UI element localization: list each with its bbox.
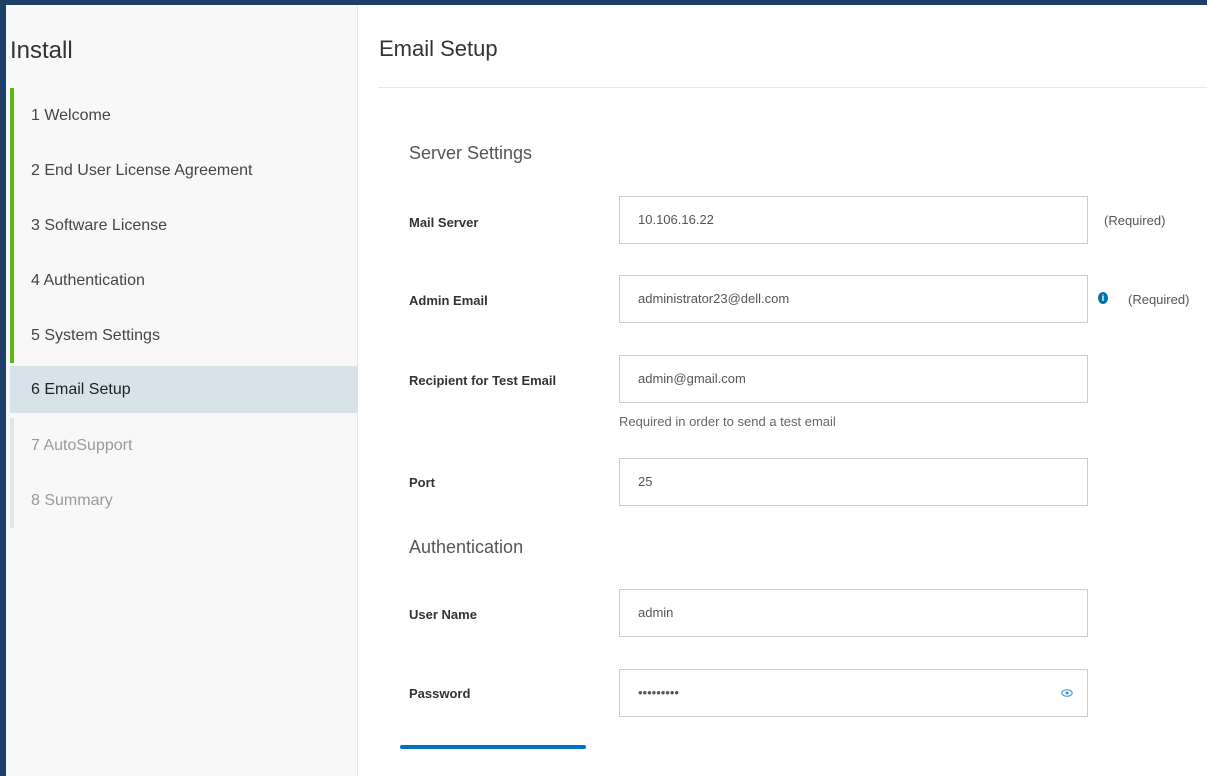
- step-software-license[interactable]: 3 Software License: [10, 198, 358, 253]
- admin-email-required-note: (Required): [1128, 292, 1190, 307]
- test-recipient-label: Recipient for Test Email: [409, 373, 557, 388]
- mail-server-label: Mail Server: [409, 215, 479, 230]
- test-recipient-helper: Required in order to send a test email: [619, 414, 836, 429]
- test-recipient-input[interactable]: admin@gmail.com: [619, 355, 1088, 403]
- step-autosupport: 7 AutoSupport: [10, 418, 358, 473]
- primary-action-button-edge[interactable]: [400, 745, 586, 749]
- step-email-setup[interactable]: 6 Email Setup: [10, 366, 358, 413]
- user-name-input[interactable]: admin: [619, 589, 1088, 637]
- password-value: •••••••••: [638, 685, 679, 700]
- password-label: Password: [409, 686, 471, 701]
- authentication-heading: Authentication: [409, 537, 524, 557]
- port-label: Port: [409, 475, 435, 490]
- password-input[interactable]: •••••••••: [619, 669, 1088, 717]
- sidebar-title: Install: [10, 37, 73, 64]
- mail-server-input[interactable]: 10.106.16.22: [619, 196, 1088, 244]
- step-email-setup-row: 6 Email Setup: [10, 363, 358, 418]
- port-input[interactable]: 25: [619, 458, 1088, 506]
- user-name-label: User Name: [409, 607, 477, 622]
- title-divider: [378, 87, 1207, 88]
- install-sidebar: Install 1 Welcome 2 End User License Agr…: [6, 5, 358, 776]
- eye-icon[interactable]: [1061, 687, 1073, 699]
- step-eula[interactable]: 2 End User License Agreement: [10, 143, 358, 198]
- step-summary: 8 Summary: [10, 473, 358, 528]
- page-title: Email Setup: [379, 36, 498, 61]
- step-system-settings[interactable]: 5 System Settings: [10, 308, 358, 363]
- step-authentication[interactable]: 4 Authentication: [10, 253, 358, 308]
- main-panel: Email Setup Server Settings Mail Server …: [358, 5, 1207, 776]
- wizard-steps: 1 Welcome 2 End User License Agreement 3…: [10, 88, 358, 528]
- mail-server-required-note: (Required): [1104, 213, 1166, 228]
- admin-email-input[interactable]: administrator23@dell.com: [619, 275, 1088, 323]
- server-settings-heading: Server Settings: [409, 143, 533, 163]
- info-circle-icon[interactable]: i: [1098, 292, 1108, 304]
- admin-email-label: Admin Email: [409, 293, 488, 308]
- step-welcome[interactable]: 1 Welcome: [10, 88, 358, 143]
